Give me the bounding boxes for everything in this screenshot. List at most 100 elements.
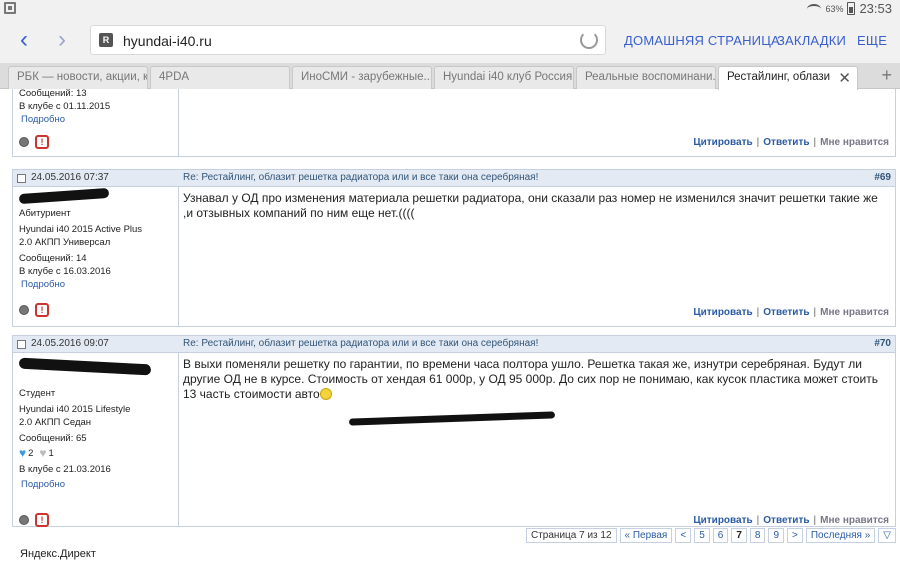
tab-4pda[interactable]: 4PDA [150, 66, 290, 89]
tab-label: РБК — новости, акции, к... [17, 71, 148, 83]
user-car-spec: 2.0 АКПП Универсал [19, 237, 111, 248]
post-icon [17, 174, 26, 183]
report-icon[interactable]: ! [35, 135, 49, 149]
reply-button[interactable]: Ответить [763, 137, 809, 148]
details-link[interactable]: Подробно [19, 278, 172, 291]
username[interactable] [18, 187, 172, 207]
like-button[interactable]: Мне нравится [820, 137, 889, 148]
post-date: 24.05.2016 07:37 [31, 172, 109, 183]
user-info: Студент Hyundai i40 2015 Lifestyle 2.0 А… [13, 353, 179, 527]
dislikes-count: 1 [48, 448, 54, 459]
offline-status-icon [19, 515, 29, 525]
page-info: Страница 7 из 12 [526, 528, 617, 543]
like-button[interactable]: Мне нравится [820, 515, 889, 526]
join-date: В клубе с 01.11.2015 [19, 101, 111, 112]
tab-inosmi[interactable]: ИноСМИ - зарубежные... [292, 66, 432, 89]
tab-memories[interactable]: Реальные воспоминани... [576, 66, 716, 89]
page-link-8[interactable]: 8 [749, 528, 766, 543]
next-page-link[interactable]: > [787, 528, 803, 543]
reload-icon[interactable] [580, 31, 598, 49]
user-rank: Абитуриент [19, 208, 71, 219]
message-count: Сообщений: 65 [19, 433, 87, 444]
forum-post: Сообщений: 13 В клубе с 01.11.2015 Подро… [12, 89, 896, 157]
page-content: Сообщений: 13 В клубе с 01.11.2015 Подро… [0, 89, 900, 534]
page-jump-icon[interactable]: ▽ [878, 528, 896, 543]
tab-strip: РБК — новости, акции, к... 4PDA ИноСМИ -… [0, 63, 900, 90]
page-link-9[interactable]: 9 [768, 528, 784, 543]
join-date: В клубе с 21.03.2016 [19, 464, 111, 475]
offline-status-icon [19, 305, 29, 315]
page-link-6[interactable]: 6 [712, 528, 729, 543]
page-link-5[interactable]: 5 [694, 528, 710, 543]
smiley-icon [319, 388, 332, 400]
home-page-link[interactable]: ДОМАШНЯЯ СТРАНИЦА [624, 33, 780, 48]
reply-button[interactable]: Ответить [763, 307, 809, 318]
post-number[interactable]: #69 [874, 172, 891, 183]
tab-label: 4PDA [159, 71, 190, 83]
more-menu-link[interactable]: ЕЩЕ [857, 33, 887, 48]
user-car: Hyundai i40 2015 Active Plus [19, 224, 143, 235]
report-icon[interactable]: ! [35, 513, 49, 527]
redaction-mark [348, 411, 556, 426]
battery-percent: 63% [825, 3, 844, 14]
post-message: Узнавал у ОД про изменения материала реш… [183, 191, 878, 220]
message-count: Сообщений: 13 [19, 89, 87, 99]
heart-outline-icon: ♥ [39, 446, 47, 460]
tab-hyundai-club[interactable]: Hyundai i40 клуб Россия... [434, 66, 574, 89]
tab-label: Рестайлинг, облази [727, 71, 831, 83]
user-car-spec: 2.0 АКПП Седан [19, 417, 92, 428]
offline-status-icon [19, 137, 29, 147]
new-tab-button[interactable]: + [881, 65, 892, 86]
quote-button[interactable]: Цитировать [693, 137, 752, 148]
current-page: 7 [731, 528, 747, 543]
details-link[interactable]: Подробно [19, 478, 172, 491]
post-header: 24.05.2016 09:07 Re: Рестайлинг, облазит… [13, 336, 895, 353]
join-date: В клубе с 16.03.2016 [19, 266, 111, 277]
tab-label: ИноСМИ - зарубежные... [301, 71, 432, 83]
redaction-mark [18, 357, 152, 376]
back-button[interactable]: ‹ [10, 26, 38, 54]
site-favicon-icon: R [99, 33, 113, 47]
like-button[interactable]: Мне нравится [820, 307, 889, 318]
wifi-icon [807, 3, 822, 14]
tab-label: Hyundai i40 клуб Россия... [443, 71, 574, 83]
likes-count: 2 [28, 448, 34, 459]
post-title[interactable]: Re: Рестайлинг, облазит решетка радиатор… [183, 172, 538, 183]
reputation: ♥ 2 ♥ 1 [19, 447, 172, 460]
prev-page-link[interactable]: < [675, 528, 692, 543]
tab-label: Реальные воспоминани... [585, 71, 716, 83]
post-message: В выхи поменяли решетку по гарантии, по … [183, 357, 891, 402]
address-bar[interactable]: R hyundai-i40.ru [90, 25, 606, 55]
username[interactable] [18, 357, 172, 387]
forward-button[interactable]: › [48, 26, 76, 54]
close-tab-icon[interactable]: ✕ [838, 69, 851, 87]
post-message-text: В выхи поменяли решетку по гарантии, по … [183, 357, 878, 401]
yandex-direct-label: Яндекс.Директ [20, 548, 96, 560]
url-text[interactable]: hyundai-i40.ru [123, 33, 212, 49]
pagination: Страница 7 из 12 « Первая < 5 6 7 8 9 > … [526, 528, 896, 543]
tab-restyling[interactable]: Рестайлинг, облази ✕ [718, 66, 858, 90]
clock: 23:53 [859, 1, 892, 16]
redaction-mark [18, 187, 110, 205]
quote-button[interactable]: Цитировать [693, 515, 752, 526]
reply-button[interactable]: Ответить [763, 515, 809, 526]
post-number[interactable]: #70 [874, 338, 891, 349]
user-car: Hyundai i40 2015 Lifestyle [19, 404, 131, 415]
forum-post: 24.05.2016 09:07 Re: Рестайлинг, облазит… [12, 335, 896, 527]
report-icon[interactable]: ! [35, 303, 49, 317]
battery-icon [847, 2, 856, 15]
quote-button[interactable]: Цитировать [693, 307, 752, 318]
last-page-link[interactable]: Последняя » [805, 528, 876, 543]
message-count: Сообщений: 14 [19, 253, 87, 264]
bookmarks-link[interactable]: ЗАКЛАДКИ [777, 33, 846, 48]
first-page-link[interactable]: « Первая [619, 528, 673, 543]
details-link[interactable]: Подробно [19, 113, 172, 126]
forum-post: 24.05.2016 07:37 Re: Рестайлинг, облазит… [12, 169, 896, 327]
status-bar: 63% 23:53 [0, 0, 900, 18]
post-header: 24.05.2016 07:37 Re: Рестайлинг, облазит… [13, 170, 895, 187]
post-date: 24.05.2016 09:07 [31, 338, 109, 349]
tab-rbc[interactable]: РБК — новости, акции, к... [8, 66, 148, 89]
app-icon [4, 2, 16, 14]
post-title[interactable]: Re: Рестайлинг, облазит решетка радиатор… [183, 338, 538, 349]
post-icon [17, 340, 26, 349]
